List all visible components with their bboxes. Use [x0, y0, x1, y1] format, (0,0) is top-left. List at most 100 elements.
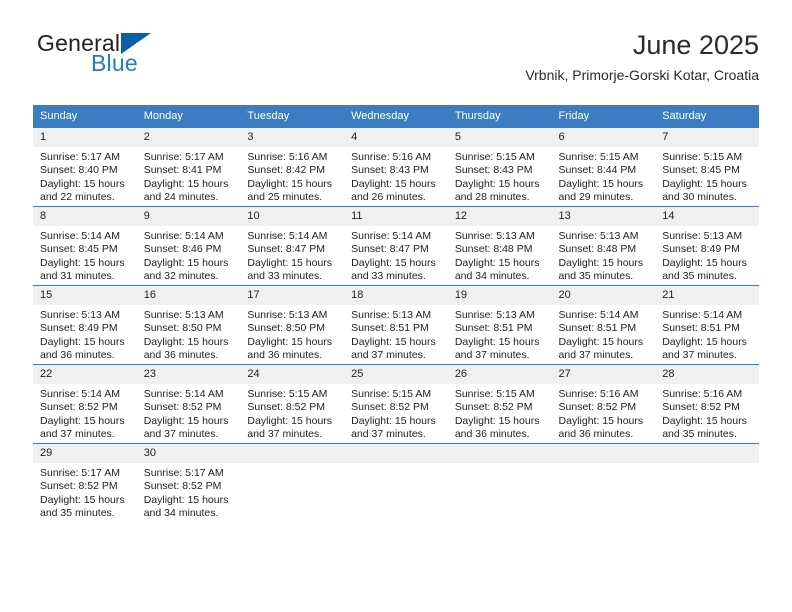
sunset-text: Sunset: 8:43 PM: [454, 164, 533, 177]
day-details: Sunrise: 5:14 AM Sunset: 8:46 PM Daylight:…: [137, 226, 241, 284]
day-cell[interactable]: 20 Sunrise: 5:14 AM Sunset: 8:51 PM Dayligh…: [551, 285, 656, 365]
day-cell[interactable]: 1 Sunrise: 5:17 AM Sunset: 8:40 PM Daylight…: [33, 127, 137, 207]
calendar-body: 1 Sunrise: 5:17 AM Sunset: 8:40 PM Daylight…: [33, 127, 759, 522]
sunrise-text: Sunrise: 5:16 AM: [558, 388, 639, 400]
day-details: Sunrise: 5:15 AM Sunset: 8:52 PM Daylight:…: [240, 384, 344, 442]
daylight-text: Daylight: 15 hours and 33 minutes.: [351, 256, 436, 283]
daylight-text: Daylight: 15 hours and 24 minutes.: [143, 177, 229, 204]
weekday-header-saturday: Saturday: [655, 105, 759, 128]
day-cell[interactable]: 21 Sunrise: 5:14 AM Sunset: 8:51 PM Dayligh…: [655, 285, 759, 365]
daylight-text: Daylight: 15 hours and 36 minutes.: [40, 335, 125, 362]
daylight-text: Daylight: 15 hours and 34 minutes.: [454, 256, 540, 283]
day-details: Sunrise: 5:13 AM Sunset: 8:51 PM Daylight:…: [344, 305, 448, 363]
sunset-text: Sunset: 8:46 PM: [143, 243, 222, 256]
general-blue-logo[interactable]: General Blue: [33, 30, 263, 88]
day-details: Sunrise: 5:15 AM Sunset: 8:52 PM Daylight:…: [344, 384, 448, 442]
day-number: 25: [344, 365, 448, 384]
day-cell[interactable]: 18 Sunrise: 5:13 AM Sunset: 8:51 PM Dayligh…: [344, 285, 448, 365]
sunrise-text: Sunrise: 5:14 AM: [143, 388, 224, 400]
calendar-week-row: 1 Sunrise: 5:17 AM Sunset: 8:40 PM Daylight…: [33, 127, 759, 207]
day-number: [344, 444, 448, 463]
page-title: June 2025: [632, 30, 759, 60]
day-cell[interactable]: 5 Sunrise: 5:15 AM Sunset: 8:43 PM Daylight…: [447, 127, 552, 207]
calendar-week-row: 8 Sunrise: 5:14 AM Sunset: 8:45 PM Daylight…: [33, 206, 759, 286]
day-details: Sunrise: 5:16 AM Sunset: 8:52 PM Daylight:…: [552, 384, 656, 442]
day-cell[interactable]: 16 Sunrise: 5:13 AM Sunset: 8:50 PM Dayligh…: [136, 285, 241, 365]
daylight-text: Daylight: 15 hours and 34 minutes.: [143, 493, 229, 520]
day-cell[interactable]: 26 Sunrise: 5:15 AM Sunset: 8:52 PM Dayligh…: [447, 364, 552, 444]
calendar-header-row: Sunday Monday Tuesday Wednesday Thursday Frid…: [33, 105, 759, 128]
day-cell[interactable]: 7 Sunrise: 5:15 AM Sunset: 8:45 PM Daylight…: [655, 127, 759, 207]
day-cell[interactable]: 3 Sunrise: 5:16 AM Sunset: 8:42 PM Daylight…: [240, 127, 345, 207]
sunset-text: Sunset: 8:51 PM: [351, 322, 429, 335]
sunset-text: Sunset: 8:44 PM: [558, 164, 637, 177]
sunset-text: Sunset: 8:42 PM: [247, 164, 326, 177]
sunrise-text: Sunrise: 5:17 AM: [40, 467, 120, 479]
day-details: Sunrise: 5:14 AM Sunset: 8:51 PM Daylight:…: [655, 305, 759, 363]
day-details: Sunrise: 5:15 AM Sunset: 8:45 PM Daylight:…: [655, 147, 759, 205]
day-details: Sunrise: 5:16 AM Sunset: 8:42 PM Daylight:…: [240, 147, 344, 205]
day-number: 21: [655, 286, 759, 305]
daylight-text: Daylight: 15 hours and 35 minutes.: [662, 256, 747, 283]
day-number: 22: [33, 365, 137, 384]
day-cell[interactable]: 9 Sunrise: 5:14 AM Sunset: 8:46 PM Daylight…: [136, 206, 241, 286]
sunset-text: Sunset: 8:43 PM: [351, 164, 429, 177]
daylight-text: Daylight: 15 hours and 35 minutes.: [40, 493, 125, 520]
day-details: Sunrise: 5:17 AM Sunset: 8:40 PM Daylight:…: [33, 147, 137, 205]
sunrise-text: Sunrise: 5:14 AM: [143, 230, 224, 242]
day-cell[interactable]: 6 Sunrise: 5:15 AM Sunset: 8:44 PM Daylight…: [551, 127, 656, 207]
sunrise-text: Sunrise: 5:14 AM: [662, 309, 743, 321]
day-cell[interactable]: 11 Sunrise: 5:14 AM Sunset: 8:47 PM Dayligh…: [344, 206, 448, 286]
day-cell[interactable]: 24 Sunrise: 5:15 AM Sunset: 8:52 PM Dayligh…: [240, 364, 345, 444]
sunrise-text: Sunrise: 5:15 AM: [247, 388, 328, 400]
day-cell[interactable]: 27 Sunrise: 5:16 AM Sunset: 8:52 PM Dayligh…: [551, 364, 656, 444]
day-number: 11: [344, 207, 448, 226]
day-number: 1: [33, 128, 137, 147]
daylight-text: Daylight: 15 hours and 33 minutes.: [247, 256, 333, 283]
day-details: Sunrise: 5:13 AM Sunset: 8:48 PM Daylight:…: [448, 226, 552, 284]
day-number: 20: [551, 286, 656, 305]
logo-text-blue: Blue: [91, 50, 138, 76]
sunset-text: Sunset: 8:52 PM: [247, 401, 326, 414]
day-details: Sunrise: 5:16 AM Sunset: 8:43 PM Daylight:…: [344, 147, 448, 205]
sunset-text: Sunset: 8:52 PM: [40, 480, 118, 493]
day-details: Sunrise: 5:14 AM Sunset: 8:47 PM Daylight:…: [240, 226, 344, 284]
daylight-text: Daylight: 15 hours and 28 minutes.: [454, 177, 540, 204]
day-number: 28: [655, 365, 759, 384]
day-number: [240, 444, 345, 463]
day-cell[interactable]: 8 Sunrise: 5:14 AM Sunset: 8:45 PM Daylight…: [33, 206, 137, 286]
day-cell[interactable]: 23 Sunrise: 5:14 AM Sunset: 8:52 PM Dayligh…: [136, 364, 241, 444]
day-cell[interactable]: 28 Sunrise: 5:16 AM Sunset: 8:52 PM Dayligh…: [655, 364, 759, 444]
sunrise-text: Sunrise: 5:15 AM: [454, 151, 535, 163]
day-cell[interactable]: 2 Sunrise: 5:17 AM Sunset: 8:41 PM Daylight…: [136, 127, 241, 207]
day-number: 10: [240, 207, 345, 226]
sunset-text: Sunset: 8:52 PM: [143, 480, 222, 493]
day-number: 23: [136, 365, 241, 384]
day-cell[interactable]: 12 Sunrise: 5:13 AM Sunset: 8:48 PM Dayligh…: [447, 206, 552, 286]
day-number: 4: [344, 128, 448, 147]
sunrise-text: Sunrise: 5:14 AM: [247, 230, 328, 242]
day-cell[interactable]: 29 Sunrise: 5:17 AM Sunset: 8:52 PM Dayligh…: [33, 443, 137, 522]
sunrise-text: Sunrise: 5:17 AM: [40, 151, 120, 163]
sunset-text: Sunset: 8:52 PM: [454, 401, 533, 414]
day-cell[interactable]: 13 Sunrise: 5:13 AM Sunset: 8:48 PM Dayligh…: [551, 206, 656, 286]
day-cell[interactable]: 30 Sunrise: 5:17 AM Sunset: 8:52 PM Dayligh…: [136, 443, 241, 522]
day-details: Sunrise: 5:15 AM Sunset: 8:44 PM Daylight:…: [552, 147, 656, 205]
sunset-text: Sunset: 8:40 PM: [40, 164, 118, 177]
day-number: 8: [33, 207, 137, 226]
sunset-text: Sunset: 8:52 PM: [143, 401, 222, 414]
day-cell[interactable]: 25 Sunrise: 5:15 AM Sunset: 8:52 PM Dayligh…: [344, 364, 448, 444]
daylight-text: Daylight: 15 hours and 37 minutes.: [247, 414, 333, 441]
day-number: 15: [33, 286, 137, 305]
weekday-header-tuesday: Tuesday: [240, 105, 345, 128]
day-cell[interactable]: 17 Sunrise: 5:13 AM Sunset: 8:50 PM Dayligh…: [240, 285, 345, 365]
day-cell[interactable]: 15 Sunrise: 5:13 AM Sunset: 8:49 PM Dayligh…: [33, 285, 137, 365]
day-cell[interactable]: 14 Sunrise: 5:13 AM Sunset: 8:49 PM Dayligh…: [655, 206, 759, 286]
day-cell[interactable]: 10 Sunrise: 5:14 AM Sunset: 8:47 PM Dayligh…: [240, 206, 345, 286]
sunset-text: Sunset: 8:50 PM: [247, 322, 326, 335]
day-cell[interactable]: 22 Sunrise: 5:14 AM Sunset: 8:52 PM Dayligh…: [33, 364, 137, 444]
day-cell[interactable]: 4 Sunrise: 5:16 AM Sunset: 8:43 PM Daylight…: [344, 127, 448, 207]
sunset-text: Sunset: 8:51 PM: [662, 322, 740, 335]
day-cell[interactable]: 19 Sunrise: 5:13 AM Sunset: 8:51 PM Dayligh…: [447, 285, 552, 365]
day-details: Sunrise: 5:15 AM Sunset: 8:43 PM Daylight:…: [448, 147, 552, 205]
